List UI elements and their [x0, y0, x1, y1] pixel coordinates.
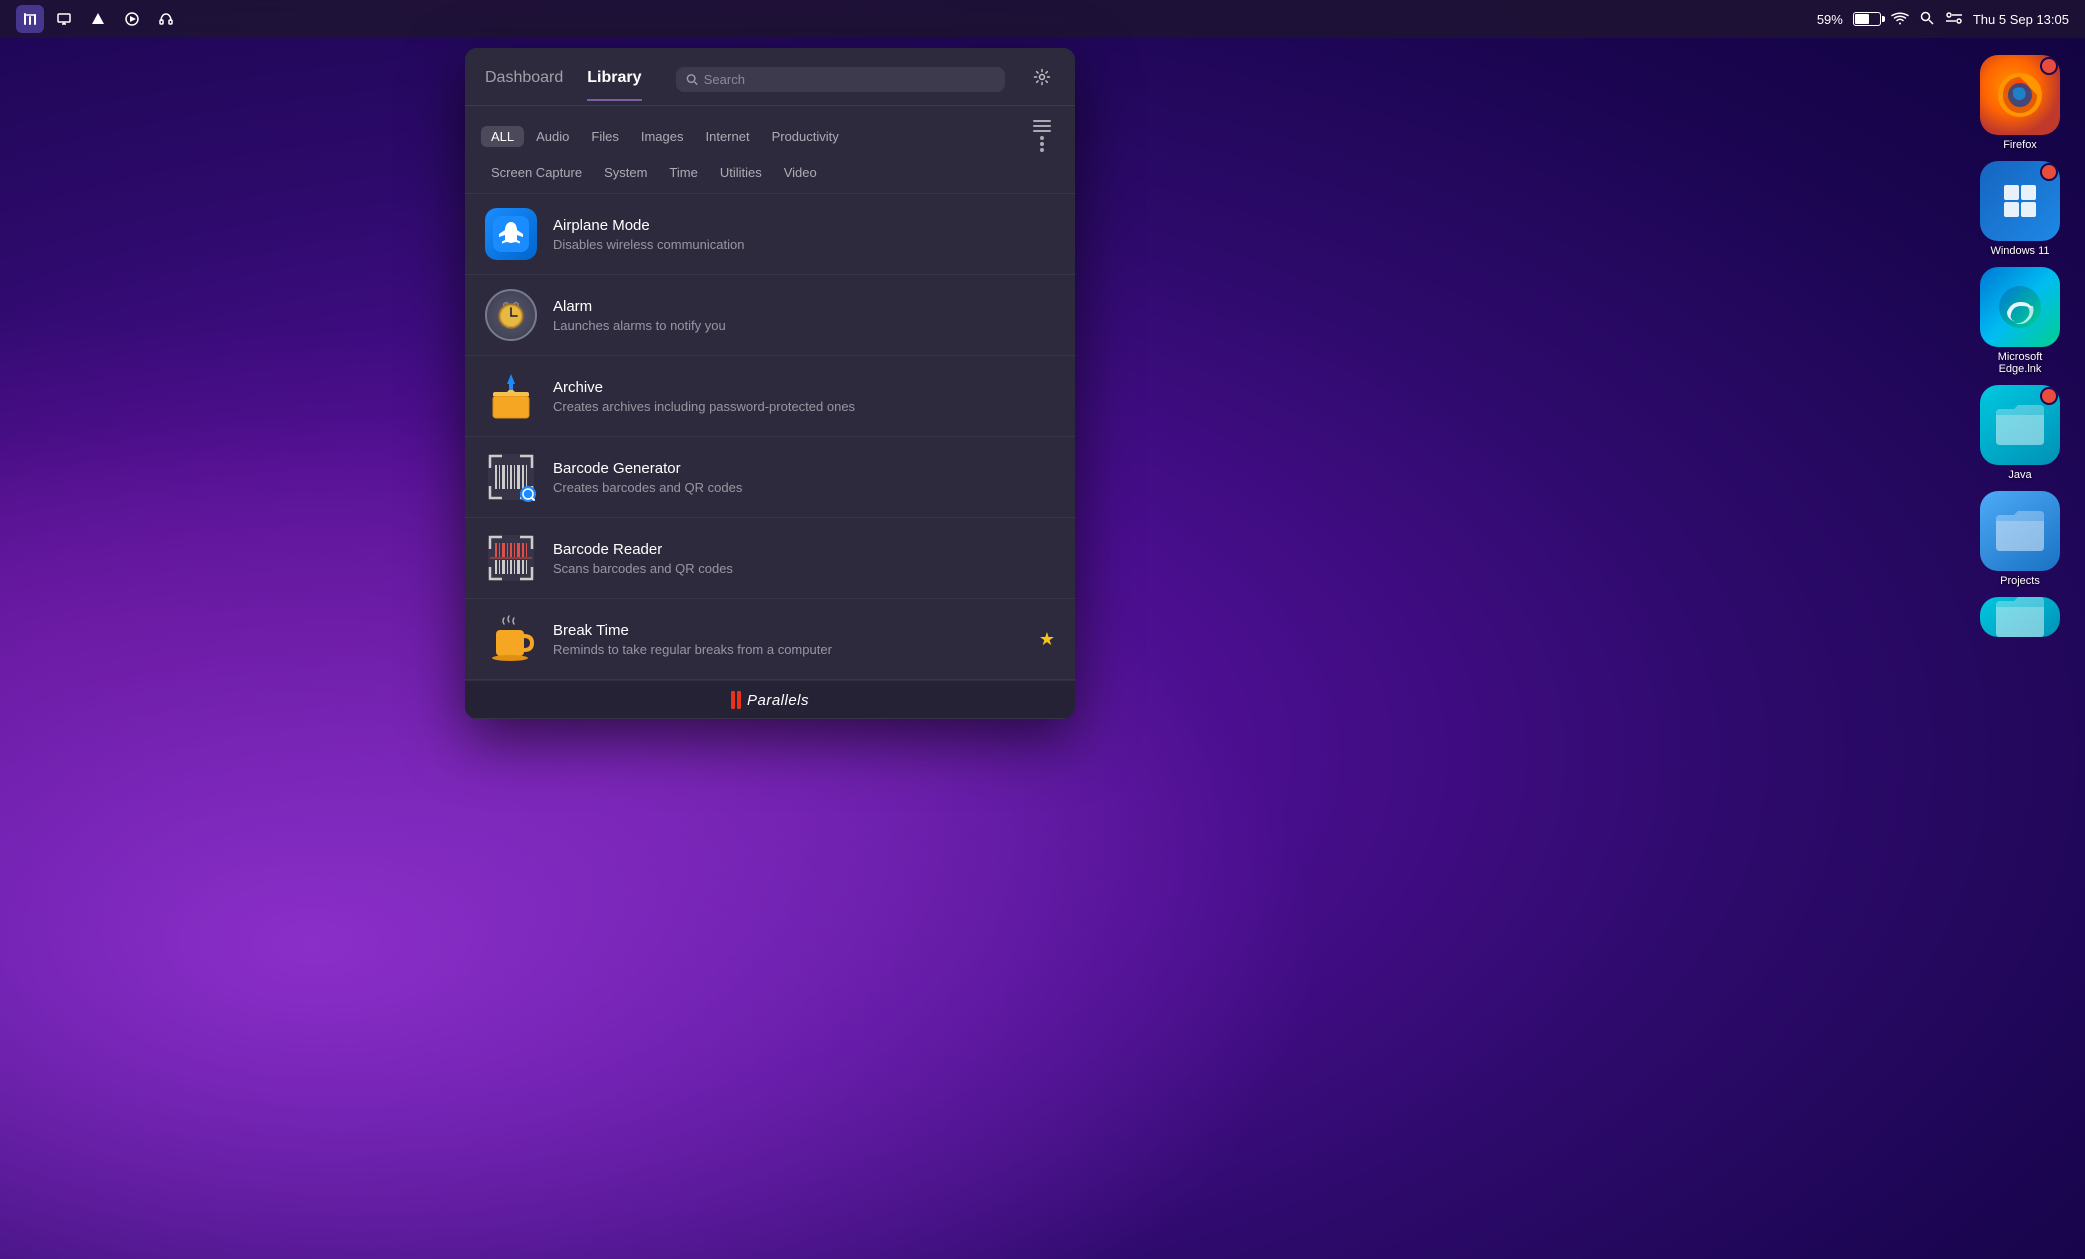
break-time-title: Break Time — [553, 622, 1023, 639]
projects-folder-icon — [1980, 491, 2060, 571]
alarm-desc: Launches alarms to notify you — [553, 318, 1055, 333]
tab-library[interactable]: Library — [587, 69, 641, 101]
filter-audio[interactable]: Audio — [526, 126, 579, 147]
dock-item-java[interactable]: Java — [1980, 385, 2060, 481]
archive-desc: Creates archives including password-prot… — [553, 399, 1055, 414]
search-bar[interactable] — [676, 67, 1005, 92]
firefox-icon — [1980, 55, 2060, 135]
tab-dashboard[interactable]: Dashboard — [485, 69, 563, 101]
battery-icon — [1853, 12, 1881, 26]
gear-button[interactable] — [1029, 64, 1055, 95]
airplane-mode-title: Airplane Mode — [553, 217, 1055, 234]
filter-screen-capture[interactable]: Screen Capture — [481, 162, 592, 183]
filter-row-2: Screen Capture System Time Utilities Vid… — [481, 162, 1059, 189]
search-input[interactable] — [704, 72, 995, 87]
alarm-icon — [485, 289, 537, 341]
list-item-archive[interactable]: Archive Creates archives including passw… — [465, 356, 1075, 437]
search-icon — [686, 73, 698, 86]
list-item-barcode-reader[interactable]: Barcode Reader Scans barcodes and QR cod… — [465, 518, 1075, 599]
menubar-time: Thu 5 Sep 13:05 — [1973, 12, 2069, 27]
dock-item-edge[interactable]: Microsoft Edge.lnk — [1975, 267, 2065, 375]
panel-footer: Parallels — [465, 680, 1075, 719]
filter-video[interactable]: Video — [774, 162, 827, 183]
filter-files[interactable]: Files — [581, 126, 628, 147]
headphones-menubar-icon[interactable] — [152, 5, 180, 33]
edge-icon — [1980, 267, 2060, 347]
archive-text: Archive Creates archives including passw… — [553, 379, 1055, 414]
list-item-alarm[interactable]: Alarm Launches alarms to notify you — [465, 275, 1075, 356]
wifi-icon — [1891, 11, 1909, 28]
alarm-title: Alarm — [553, 298, 1055, 315]
firefox-badge — [2040, 57, 2058, 75]
list-item-barcode-gen[interactable]: Barcode Generator Creates barcodes and Q… — [465, 437, 1075, 518]
panel-header: Dashboard Library — [465, 48, 1075, 106]
archive-title: Archive — [553, 379, 1055, 396]
item-list: Airplane Mode Disables wireless communic… — [465, 194, 1075, 680]
barcode-gen-text: Barcode Generator Creates barcodes and Q… — [553, 460, 1055, 495]
barcode-gen-desc: Creates barcodes and QR codes — [553, 480, 1055, 495]
filter-time[interactable]: Time — [659, 162, 707, 183]
dock-right: Firefox Windows 11 — [1975, 55, 2065, 637]
alarm-text: Alarm Launches alarms to notify you — [553, 298, 1055, 333]
airplane-mode-icon — [485, 208, 537, 260]
win11-badge — [2040, 163, 2058, 181]
tools-menubar-icon[interactable] — [16, 5, 44, 33]
parallels-panel: Dashboard Library ALL Audio Files Images… — [465, 48, 1075, 719]
barcode-reader-title: Barcode Reader — [553, 541, 1055, 558]
java-label: Java — [2008, 469, 2031, 481]
java-folder-icon — [1980, 385, 2060, 465]
filter-images[interactable]: Images — [631, 126, 694, 147]
search-menubar-icon[interactable] — [1919, 10, 1935, 29]
filter-all[interactable]: ALL — [481, 126, 524, 147]
barcode-reader-desc: Scans barcodes and QR codes — [553, 561, 1055, 576]
airplane-mode-text: Airplane Mode Disables wireless communic… — [553, 217, 1055, 252]
battery-percent-label: 59% — [1817, 12, 1843, 27]
dock-item-projects[interactable]: Projects — [1980, 491, 2060, 587]
control-center-icon[interactable] — [1945, 11, 1963, 28]
break-time-text: Break Time Reminds to take regular break… — [553, 622, 1023, 657]
list-item-break-time[interactable]: Break Time Reminds to take regular break… — [465, 599, 1075, 680]
filter-productivity[interactable]: Productivity — [762, 126, 849, 147]
parallels-bars-icon — [731, 691, 741, 709]
filter-bar: ALL Audio Files Images Internet Producti… — [465, 106, 1075, 194]
filter-menu-button[interactable] — [1025, 116, 1059, 156]
firefox-label: Firefox — [2003, 139, 2037, 151]
dock-item-firefox[interactable]: Firefox — [1980, 55, 2060, 151]
dock-item-windows11[interactable]: Windows 11 — [1980, 161, 2060, 257]
triangle-menubar-icon[interactable] — [84, 5, 112, 33]
list-item-airplane-mode[interactable]: Airplane Mode Disables wireless communic… — [465, 194, 1075, 275]
menubar-left — [16, 5, 180, 33]
break-time-star[interactable]: ★ — [1039, 629, 1055, 650]
play-menubar-icon[interactable] — [118, 5, 146, 33]
break-time-desc: Reminds to take regular breaks from a co… — [553, 642, 1023, 657]
java-badge — [2040, 387, 2058, 405]
parallels-logo: Parallels — [731, 691, 809, 709]
filter-system[interactable]: System — [594, 162, 657, 183]
parallels-brand-text: Parallels — [747, 692, 809, 709]
projects-label: Projects — [2000, 575, 2040, 587]
barcode-gen-title: Barcode Generator — [553, 460, 1055, 477]
barcode-reader-icon — [485, 532, 537, 584]
screen-menubar-icon[interactable] — [50, 5, 78, 33]
barcode-reader-text: Barcode Reader Scans barcodes and QR cod… — [553, 541, 1055, 576]
filter-row-1: ALL Audio Files Images Internet Producti… — [481, 116, 1059, 156]
menubar-right: 59% Thu — [1817, 10, 2069, 29]
barcode-gen-icon — [485, 451, 537, 503]
win11-label: Windows 11 — [1990, 245, 2049, 257]
airplane-mode-desc: Disables wireless communication — [553, 237, 1055, 252]
dock-item-extra-folder[interactable] — [1980, 597, 2060, 637]
filter-utilities[interactable]: Utilities — [710, 162, 772, 183]
edge-label: Microsoft Edge.lnk — [1975, 351, 2065, 375]
extra-folder-icon — [1980, 597, 2060, 637]
filter-internet[interactable]: Internet — [695, 126, 759, 147]
win11-icon — [1980, 161, 2060, 241]
menubar: 59% Thu — [0, 0, 2085, 38]
break-time-icon — [485, 613, 537, 665]
archive-icon — [485, 370, 537, 422]
